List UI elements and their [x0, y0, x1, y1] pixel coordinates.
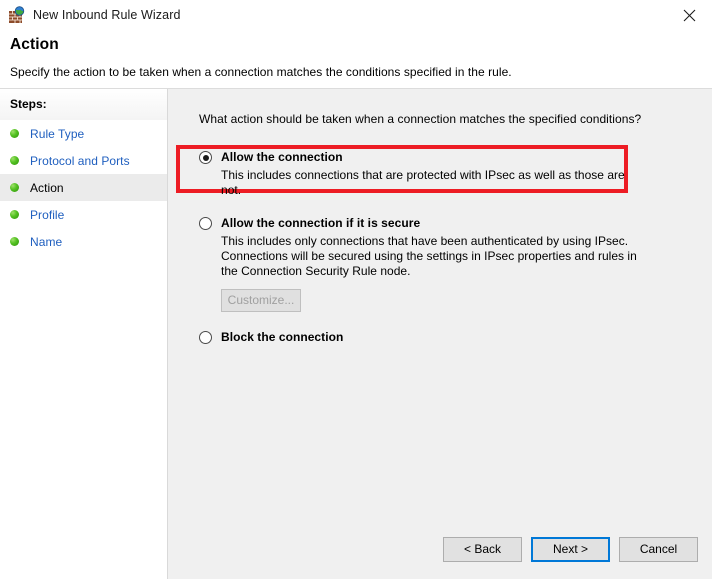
- sidebar-item-action[interactable]: Action: [0, 174, 167, 201]
- sidebar-item-rule-type[interactable]: Rule Type: [0, 120, 167, 147]
- cancel-button[interactable]: Cancel: [619, 536, 698, 562]
- page-header: Action Specify the action to be taken wh…: [0, 30, 712, 88]
- option-block-the-connection[interactable]: Block the connection: [199, 329, 712, 345]
- customize-button-wrap: Customize...: [221, 289, 712, 312]
- main-panel: What action should be taken when a conne…: [168, 89, 712, 579]
- page-title: Action: [10, 36, 59, 53]
- steps-header: Steps:: [0, 89, 167, 120]
- sidebar-item-protocol-and-ports[interactable]: Protocol and Ports: [0, 147, 167, 174]
- sidebar-item-name[interactable]: Name: [0, 228, 167, 255]
- firewall-globe-icon: [8, 6, 26, 24]
- window-title: New Inbound Rule Wizard: [33, 8, 181, 22]
- wizard-footer: < Back Next > Cancel: [168, 519, 712, 579]
- option-title: Allow the connection: [221, 150, 343, 164]
- step-bullet-icon: [10, 129, 19, 138]
- steps-sidebar: Steps: Rule Type Protocol and Ports Acti…: [0, 89, 168, 579]
- option-allow-if-secure[interactable]: Allow the connection if it is secure Thi…: [199, 215, 712, 312]
- radio-allow-if-secure[interactable]: [199, 217, 212, 230]
- action-options-group: Allow the connection This includes conne…: [168, 149, 712, 345]
- radio-allow-the-connection[interactable]: [199, 151, 212, 164]
- title-bar: New Inbound Rule Wizard: [0, 0, 712, 30]
- body-area: Steps: Rule Type Protocol and Ports Acti…: [0, 88, 712, 579]
- page-subtitle: Specify the action to be taken when a co…: [10, 65, 512, 79]
- sidebar-item-label: Action: [30, 180, 64, 195]
- sidebar-item-profile[interactable]: Profile: [0, 201, 167, 228]
- option-description: This includes connections that are prote…: [221, 168, 625, 197]
- sidebar-item-label: Protocol and Ports: [30, 153, 130, 168]
- step-bullet-icon: [10, 156, 19, 165]
- next-button[interactable]: Next >: [531, 536, 610, 562]
- close-icon[interactable]: [666, 0, 712, 30]
- option-title: Allow the connection if it is secure: [221, 216, 421, 230]
- option-title: Block the connection: [221, 330, 344, 344]
- wizard-window: New Inbound Rule Wizard Action Specify t…: [0, 0, 712, 579]
- question-text: What action should be taken when a conne…: [199, 112, 642, 126]
- step-bullet-icon: [10, 210, 19, 219]
- sidebar-item-label: Name: [30, 234, 63, 249]
- option-allow-the-connection[interactable]: Allow the connection This includes conne…: [199, 149, 712, 198]
- back-button[interactable]: < Back: [443, 536, 522, 562]
- option-description: This includes only connections that have…: [221, 234, 637, 278]
- step-bullet-icon: [10, 183, 19, 192]
- radio-block-the-connection[interactable]: [199, 331, 212, 344]
- main-content: What action should be taken when a conne…: [168, 89, 712, 519]
- sidebar-item-label: Rule Type: [30, 126, 85, 141]
- step-bullet-icon: [10, 237, 19, 246]
- customize-button[interactable]: Customize...: [221, 289, 301, 312]
- sidebar-item-label: Profile: [30, 207, 65, 222]
